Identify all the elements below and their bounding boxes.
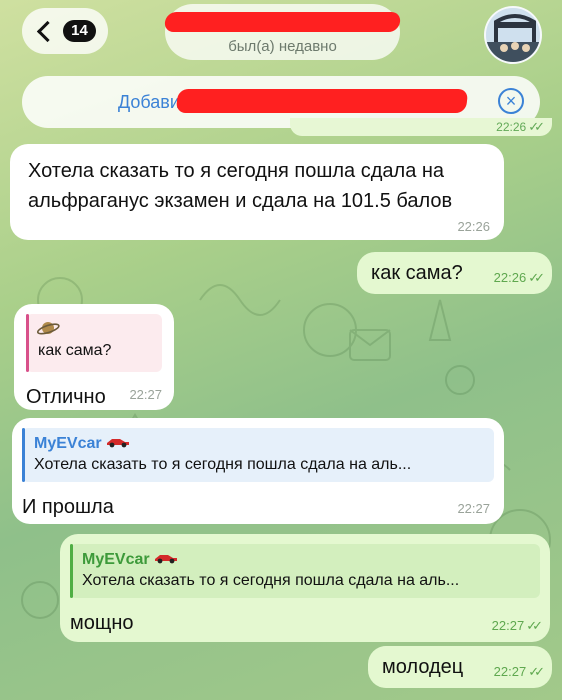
message-text: как сама? [371, 262, 463, 284]
reply-text: как сама? [38, 342, 112, 359]
back-button[interactable]: 14 [22, 8, 108, 54]
message-text: Хотела сказать то я сегодня пошла сдала … [28, 160, 445, 182]
chat-header: 14 redacted был(а) недавно [0, 0, 562, 72]
message-text: молодец [382, 656, 464, 678]
message-outgoing[interactable]: молодец 22:27 ✓✓ [368, 646, 552, 688]
message-time: 22:27 ✓✓ [493, 664, 545, 679]
message-incoming[interactable]: Хотела сказать то я сегодня пошла сдала … [10, 144, 504, 240]
message-text: альфраганус экзамен и сдала на 101.5 бал… [28, 190, 453, 212]
reply-quote[interactable]: MyEVcar Хотела сказать то я сегодня пошл… [22, 428, 494, 482]
message-time: 22:26 ✓✓ [496, 119, 545, 134]
contact-status: был(а) недавно [228, 38, 337, 55]
reply-quote[interactable]: MyEVcar Хотела сказать то я сегодня пошл… [70, 544, 540, 598]
message-time: 22:27 [457, 501, 490, 516]
read-checkmarks-icon: ✓✓ [528, 119, 545, 134]
contact-title[interactable]: redacted был(а) недавно [163, 4, 402, 60]
message-outgoing[interactable]: MyEVcar Хотела сказать то я сегодня пошл… [60, 534, 550, 642]
reply-text: Хотела сказать то я сегодня пошла сдала … [82, 572, 460, 589]
read-checkmarks-icon: ✓✓ [528, 270, 545, 285]
race-car-icon [106, 435, 130, 452]
previous-message-peek: 22:26 ✓✓ [290, 118, 552, 136]
reply-quote[interactable]: как сама? [26, 314, 162, 372]
chevron-left-icon [37, 20, 59, 42]
race-car-icon [154, 551, 178, 568]
redaction-mark [175, 89, 469, 113]
reply-author: MyEVcar [82, 550, 530, 570]
message-time: 22:27 ✓✓ [491, 618, 543, 633]
message-time: 22:26 ✓✓ [493, 270, 545, 285]
message-incoming[interactable]: как сама? Отлично 22:27 [14, 304, 174, 410]
close-circle-icon[interactable]: × [498, 88, 524, 114]
reply-text: Хотела сказать то я сегодня пошла сдала … [34, 456, 412, 473]
message-outgoing[interactable]: как сама? 22:26 ✓✓ [357, 252, 552, 294]
message-incoming[interactable]: MyEVcar Хотела сказать то я сегодня пошл… [12, 418, 504, 524]
message-time: 22:26 [457, 219, 490, 234]
message-text: мощно [70, 612, 134, 634]
unread-count-badge: 14 [63, 20, 96, 42]
contact-name-redacted: redacted [163, 12, 402, 32]
reply-author: MyEVcar [34, 434, 484, 454]
avatar[interactable] [484, 6, 542, 64]
read-checkmarks-icon: ✓✓ [526, 618, 543, 633]
message-time: 22:27 [129, 387, 162, 402]
read-checkmarks-icon: ✓✓ [528, 664, 545, 679]
message-text: И прошла [22, 496, 114, 518]
